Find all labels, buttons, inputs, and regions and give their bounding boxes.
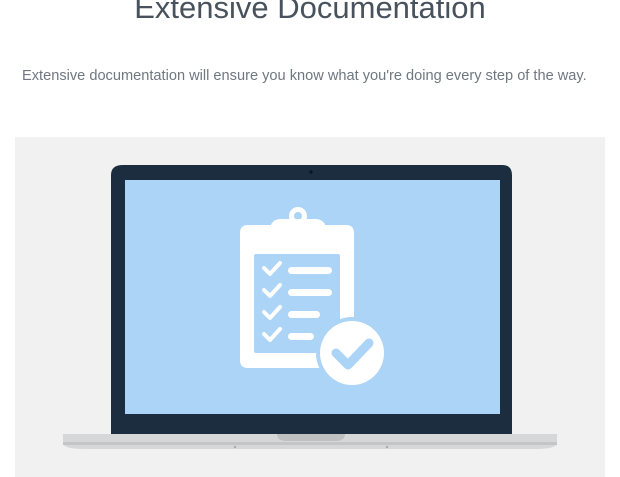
page-title: Extensive Documentation	[134, 0, 486, 25]
webcam	[309, 170, 313, 174]
checklist-line-3	[288, 311, 320, 318]
clipboard-clip	[270, 219, 326, 240]
page-subtitle: Extensive documentation will ensure you …	[22, 68, 587, 84]
checklist-line-1	[288, 267, 332, 274]
check-badge	[320, 321, 384, 385]
documentation-illustration	[15, 137, 605, 477]
checklist-line-2	[288, 289, 332, 296]
checklist-line-4	[288, 333, 314, 340]
laptop-illustration	[63, 165, 557, 449]
laptop-base-shadow	[63, 442, 557, 445]
laptop-trackpad-notch	[277, 434, 345, 441]
laptop-foot-right	[385, 445, 389, 449]
laptop-foot-left	[233, 445, 237, 449]
clipboard-clip-hole	[294, 212, 302, 220]
